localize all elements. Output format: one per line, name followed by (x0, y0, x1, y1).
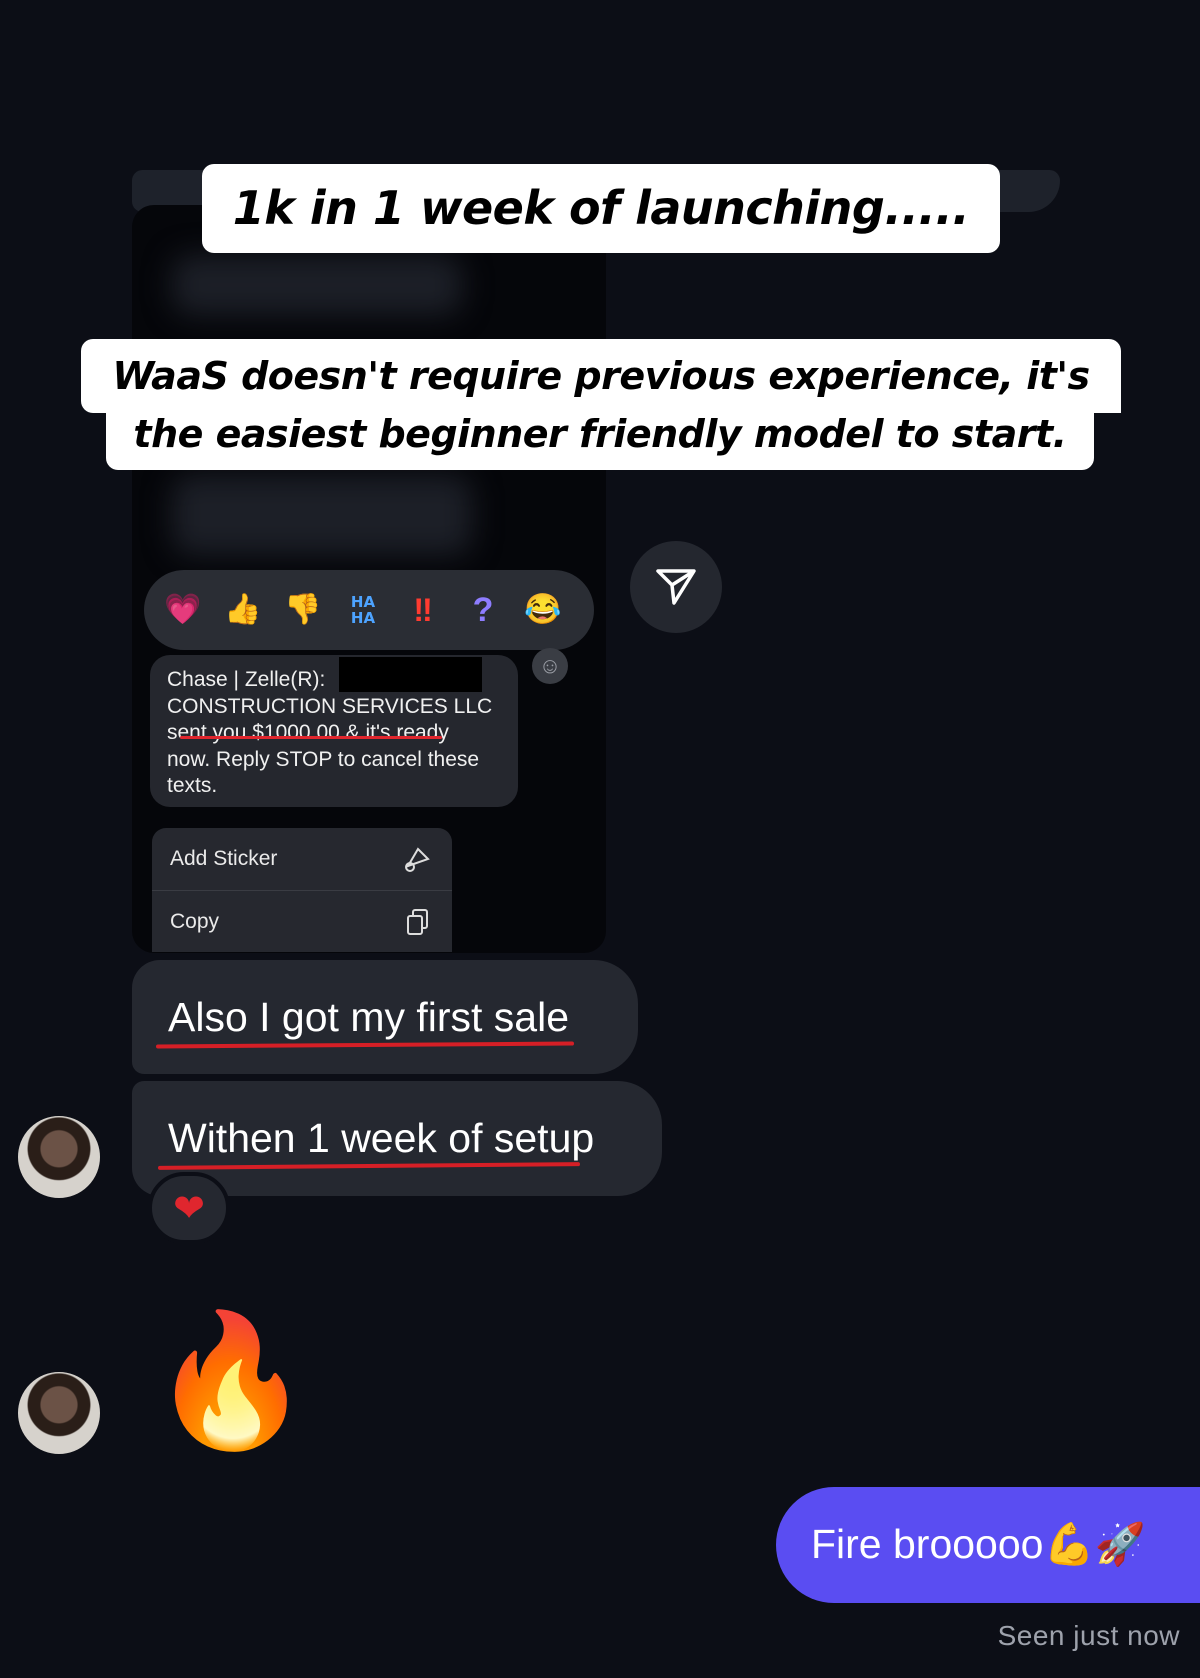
zelle-line: now. Reply STOP to cancel these (167, 747, 480, 771)
copy-icon (407, 908, 428, 935)
reaction-picker: 💗 👍 👎 HA HA ‼ ? 😂 (144, 570, 594, 650)
thumbs-up-reaction-icon[interactable]: 👍 (224, 591, 262, 629)
fire-emoji-message[interactable]: 🔥 (150, 1300, 312, 1460)
exclamation-reaction-icon[interactable]: ‼ (404, 591, 442, 629)
zelle-line: sent you $1000.00 & it's ready (167, 721, 449, 744)
heart-reaction-icon[interactable]: 💗 (164, 591, 202, 629)
sticker-icon (405, 847, 430, 872)
haha-reaction-icon[interactable]: HA HA (344, 591, 382, 629)
caption-line-2: the easiest beginner friendly model to s… (106, 404, 1094, 470)
caption-line-1: WaaS doesn't require previous experience… (81, 339, 1121, 413)
heart-reaction-badge[interactable]: ❤ (148, 1172, 230, 1244)
message-text: Withen 1 week of setup (168, 1115, 595, 1161)
share-button[interactable] (630, 541, 722, 633)
laugh-reaction-icon[interactable]: 😂 (524, 591, 562, 629)
thumbs-down-reaction-icon[interactable]: 👎 (284, 591, 322, 629)
copy-menu-item[interactable]: Copy (152, 890, 452, 952)
menu-item-label: Copy (170, 909, 220, 933)
context-menu: Add Sticker Copy (152, 828, 452, 952)
blurred-content (172, 255, 462, 315)
zelle-line: texts. (167, 774, 218, 797)
question-reaction-icon[interactable]: ? (464, 591, 502, 629)
add-sticker-menu-item[interactable]: Add Sticker (152, 828, 452, 890)
zelle-line: CONSTRUCTION SERVICES LLC (167, 694, 493, 718)
blurred-content (172, 475, 472, 555)
redaction-bar (339, 657, 482, 692)
message-text: Fire brooooo💪🚀 (811, 1521, 1146, 1567)
red-underline (180, 736, 442, 739)
avatar[interactable] (16, 1370, 102, 1456)
headline-caption: 1k in 1 week of launching..... (202, 164, 1000, 253)
add-reaction-smiley-icon[interactable]: ☺ (532, 648, 568, 684)
seen-status: Seen just now (997, 1620, 1180, 1651)
haha-top-text: HA (350, 593, 376, 611)
incoming-message[interactable]: Also I got my first sale (132, 960, 638, 1074)
haha-bottom-text: HA (350, 609, 376, 627)
menu-item-label: Add Sticker (170, 847, 278, 870)
outgoing-message[interactable]: Fire brooooo💪🚀 (776, 1487, 1200, 1603)
avatar[interactable] (16, 1114, 102, 1200)
message-text: Also I got my first sale (168, 993, 570, 1040)
paper-plane-icon (656, 569, 696, 605)
